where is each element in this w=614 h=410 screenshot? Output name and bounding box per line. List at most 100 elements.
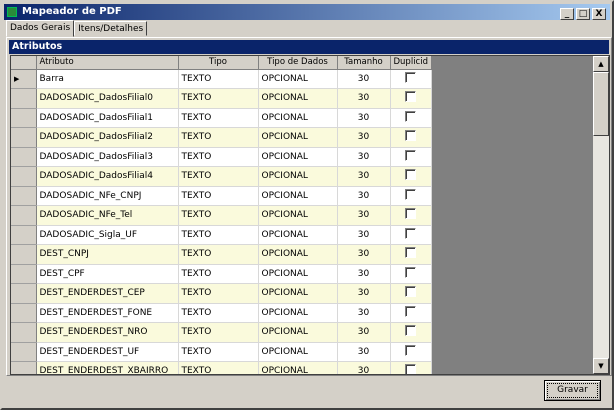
- cell-tipo[interactable]: TEXTO: [178, 147, 259, 167]
- cell-tipo-de-dados[interactable]: OPCIONAL: [258, 127, 338, 148]
- cell-atributo[interactable]: DEST_ENDERDEST_CEP: [36, 283, 179, 304]
- cell-tipo-de-dados[interactable]: OPCIONAL: [258, 225, 338, 245]
- row-selector[interactable]: [11, 88, 37, 109]
- cell-duplicid[interactable]: [390, 166, 432, 187]
- duplicid-checkbox[interactable]: [405, 325, 417, 337]
- cell-duplicid[interactable]: [390, 244, 432, 265]
- table-row[interactable]: DEST_CNPJ TEXTO OPCIONAL 30: [11, 244, 432, 265]
- table-row[interactable]: DEST_ENDERDEST_FONE TEXTO OPCIONAL 30: [11, 303, 432, 323]
- cell-atributo[interactable]: DEST_CNPJ: [36, 244, 179, 265]
- cell-tipo-de-dados[interactable]: OPCIONAL: [258, 244, 338, 265]
- cell-atributo[interactable]: Barra: [36, 69, 179, 89]
- cell-duplicid[interactable]: [390, 69, 432, 89]
- table-row[interactable]: DEST_CPF TEXTO OPCIONAL 30: [11, 264, 432, 284]
- cell-atributo[interactable]: DEST_ENDERDEST_FONE: [36, 303, 179, 323]
- cell-tipo-de-dados[interactable]: OPCIONAL: [258, 322, 338, 343]
- duplicid-checkbox[interactable]: [405, 91, 417, 103]
- row-selector[interactable]: [11, 205, 37, 226]
- table-row[interactable]: ▶ Barra TEXTO OPCIONAL 30: [11, 69, 432, 89]
- row-selector[interactable]: [11, 303, 37, 323]
- cell-tamanho[interactable]: 30: [337, 88, 391, 109]
- cell-duplicid[interactable]: [390, 147, 432, 167]
- cell-tipo-de-dados[interactable]: OPCIONAL: [258, 108, 338, 128]
- cell-tipo[interactable]: TEXTO: [178, 205, 259, 226]
- cell-tipo-de-dados[interactable]: OPCIONAL: [258, 303, 338, 323]
- duplicid-checkbox[interactable]: [405, 247, 417, 259]
- cell-tamanho[interactable]: 30: [337, 244, 391, 265]
- cell-atributo[interactable]: DADOSADIC_DadosFilial3: [36, 147, 179, 167]
- cell-tipo-de-dados[interactable]: OPCIONAL: [258, 283, 338, 304]
- cell-duplicid[interactable]: [390, 127, 432, 148]
- maximize-button[interactable]: □: [576, 8, 590, 20]
- cell-tipo[interactable]: TEXTO: [178, 166, 259, 187]
- cell-duplicid[interactable]: [390, 361, 432, 374]
- cell-tamanho[interactable]: 30: [337, 166, 391, 187]
- duplicid-checkbox[interactable]: [405, 130, 417, 142]
- cell-tipo-de-dados[interactable]: OPCIONAL: [258, 264, 338, 284]
- column-header-tipo-de-dados[interactable]: Tipo de Dados: [258, 56, 338, 70]
- table-row[interactable]: DEST_ENDERDEST_NRO TEXTO OPCIONAL 30: [11, 322, 432, 343]
- cell-atributo[interactable]: DADOSADIC_Sigla_UF: [36, 225, 179, 245]
- cell-duplicid[interactable]: [390, 186, 432, 206]
- cell-tipo-de-dados[interactable]: OPCIONAL: [258, 69, 338, 89]
- cell-atributo[interactable]: DADOSADIC_DadosFilial2: [36, 127, 179, 148]
- table-row[interactable]: DADOSADIC_DadosFilial1 TEXTO OPCIONAL 30: [11, 108, 432, 128]
- cell-tipo[interactable]: TEXTO: [178, 225, 259, 245]
- cell-tipo[interactable]: TEXTO: [178, 69, 259, 89]
- cell-duplicid[interactable]: [390, 108, 432, 128]
- table-row[interactable]: DEST_ENDERDEST_UF TEXTO OPCIONAL 30: [11, 342, 432, 362]
- scroll-down-icon[interactable]: ▼: [593, 358, 609, 374]
- cell-duplicid[interactable]: [390, 283, 432, 304]
- table-row[interactable]: DADOSADIC_DadosFilial2 TEXTO OPCIONAL 30: [11, 127, 432, 148]
- table-row[interactable]: DEST_ENDERDEST_CEP TEXTO OPCIONAL 30: [11, 283, 432, 304]
- duplicid-checkbox[interactable]: [405, 344, 417, 356]
- duplicid-checkbox[interactable]: [405, 110, 417, 122]
- duplicid-checkbox[interactable]: [405, 71, 417, 83]
- cell-atributo[interactable]: DADOSADIC_DadosFilial0: [36, 88, 179, 109]
- cell-tamanho[interactable]: 30: [337, 264, 391, 284]
- tab-itens-detalhes[interactable]: Itens/Detalhes: [74, 21, 148, 36]
- row-selector[interactable]: [11, 244, 37, 265]
- table-row[interactable]: DADOSADIC_NFe_Tel TEXTO OPCIONAL 30: [11, 205, 432, 226]
- column-header-atributo[interactable]: Atributo: [36, 56, 179, 70]
- cell-atributo[interactable]: DEST_CPF: [36, 264, 179, 284]
- cell-atributo[interactable]: DADOSADIC_DadosFilial1: [36, 108, 179, 128]
- row-selector[interactable]: [11, 361, 37, 374]
- cell-tamanho[interactable]: 30: [337, 342, 391, 362]
- table-row[interactable]: DADOSADIC_DadosFilial4 TEXTO OPCIONAL 30: [11, 166, 432, 187]
- row-selector[interactable]: [11, 225, 37, 245]
- cell-tipo-de-dados[interactable]: OPCIONAL: [258, 147, 338, 167]
- duplicid-checkbox[interactable]: [405, 169, 417, 181]
- row-selector[interactable]: [11, 186, 37, 206]
- cell-tamanho[interactable]: 30: [337, 361, 391, 374]
- cell-tipo[interactable]: TEXTO: [178, 322, 259, 343]
- cell-tipo[interactable]: TEXTO: [178, 283, 259, 304]
- cell-duplicid[interactable]: [390, 264, 432, 284]
- table-row[interactable]: DADOSADIC_NFe_CNPJ TEXTO OPCIONAL 30: [11, 186, 432, 206]
- cell-tamanho[interactable]: 30: [337, 225, 391, 245]
- duplicid-checkbox[interactable]: [405, 208, 417, 220]
- tab-dados-gerais[interactable]: Dados Gerais: [6, 20, 75, 37]
- duplicid-checkbox[interactable]: [405, 266, 417, 278]
- duplicid-checkbox[interactable]: [405, 227, 417, 239]
- column-header-tamanho[interactable]: Tamanho: [337, 56, 391, 70]
- row-selector[interactable]: [11, 147, 37, 167]
- cell-tipo-de-dados[interactable]: OPCIONAL: [258, 166, 338, 187]
- cell-tipo-de-dados[interactable]: OPCIONAL: [258, 361, 338, 374]
- table-row[interactable]: DADOSADIC_DadosFilial0 TEXTO OPCIONAL 30: [11, 88, 432, 109]
- cell-duplicid[interactable]: [390, 342, 432, 362]
- cell-tamanho[interactable]: 30: [337, 127, 391, 148]
- cell-tipo[interactable]: TEXTO: [178, 88, 259, 109]
- duplicid-checkbox[interactable]: [405, 149, 417, 161]
- cell-atributo[interactable]: DEST_ENDERDEST_XBAIRRO: [36, 361, 179, 374]
- cell-tipo-de-dados[interactable]: OPCIONAL: [258, 88, 338, 109]
- cell-tamanho[interactable]: 30: [337, 205, 391, 226]
- row-selector[interactable]: [11, 166, 37, 187]
- cell-atributo[interactable]: DADOSADIC_NFe_CNPJ: [36, 186, 179, 206]
- cell-atributo[interactable]: DEST_ENDERDEST_UF: [36, 342, 179, 362]
- cell-tipo-de-dados[interactable]: OPCIONAL: [258, 186, 338, 206]
- row-selector[interactable]: [11, 342, 37, 362]
- table-row[interactable]: DADOSADIC_Sigla_UF TEXTO OPCIONAL 30: [11, 225, 432, 245]
- duplicid-checkbox[interactable]: [405, 286, 417, 298]
- duplicid-checkbox[interactable]: [405, 305, 417, 317]
